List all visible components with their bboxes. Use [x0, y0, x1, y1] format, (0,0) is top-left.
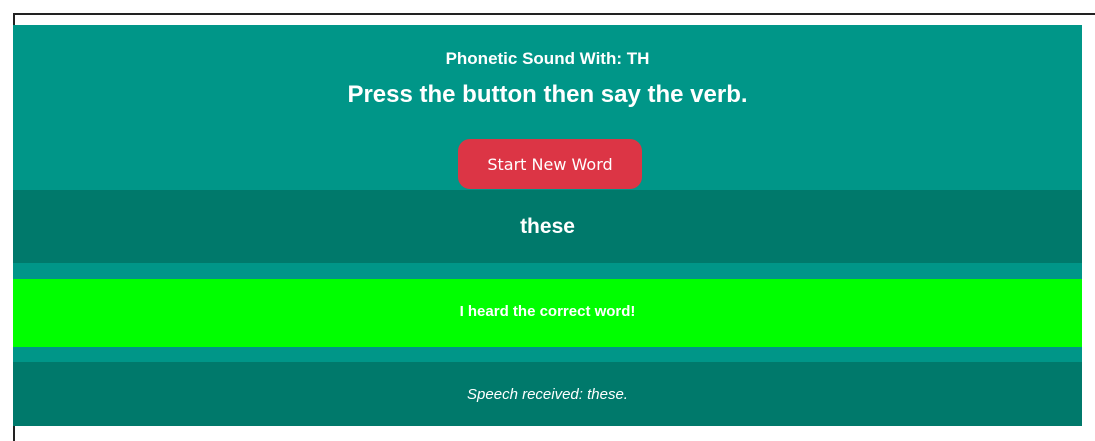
- instruction-heading: Press the button then say the verb.: [347, 81, 748, 108]
- phonetic-sound-title: Phonetic Sound With: TH: [445, 49, 650, 68]
- start-new-word-button[interactable]: Start New Word: [458, 139, 642, 189]
- result-message: I heard the correct word!: [459, 303, 636, 320]
- current-word: these: [520, 215, 575, 238]
- speech-received-panel: Speech received: these.: [13, 362, 1082, 426]
- speech-received-text: Speech received: these.: [467, 386, 628, 403]
- result-panel: I heard the correct word!: [13, 279, 1082, 347]
- speech-practice-app: Phonetic Sound With: TH Press the button…: [13, 25, 1082, 426]
- current-word-panel: these: [13, 190, 1082, 263]
